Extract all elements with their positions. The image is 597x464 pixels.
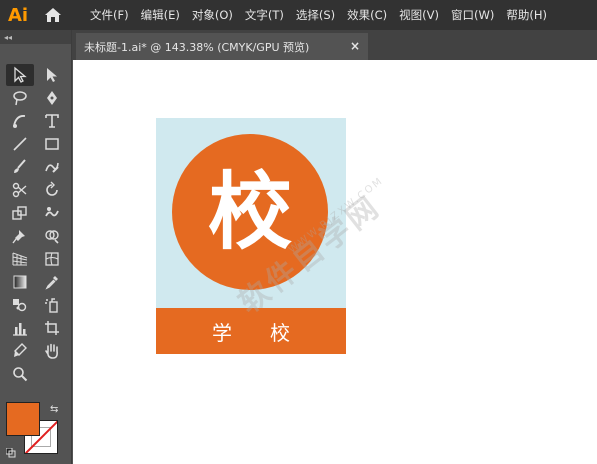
pushpin-icon xyxy=(12,230,25,244)
eraser-tool[interactable] xyxy=(6,340,34,362)
gradient-icon xyxy=(13,275,27,289)
rotate-icon xyxy=(46,181,58,196)
eyedropper-icon xyxy=(45,276,58,290)
gradient-tool[interactable] xyxy=(6,271,34,293)
paintbrush-tool[interactable] xyxy=(6,156,34,178)
symbol-sprayer-icon xyxy=(45,298,58,313)
close-tab-icon[interactable]: × xyxy=(350,39,360,53)
zoom-tool[interactable] xyxy=(6,363,34,385)
pen-tool[interactable] xyxy=(38,87,66,109)
artboard-tool[interactable] xyxy=(38,317,66,339)
mesh-tool[interactable] xyxy=(38,248,66,270)
canvas[interactable]: 校 学 校 软件自学网 WWW.RJZXW.COM xyxy=(73,60,597,464)
column-graph-tool[interactable] xyxy=(6,317,34,339)
menu-object[interactable]: 对象(O) xyxy=(186,0,239,30)
panel-collapse-grip[interactable]: ◂◂ xyxy=(0,30,71,44)
menu-edit[interactable]: 编辑(E) xyxy=(135,0,186,30)
shaper-icon xyxy=(45,162,59,173)
swap-fill-stroke-icon[interactable]: ⇆ xyxy=(50,404,58,415)
circle-character: 校 xyxy=(207,163,292,261)
selection-arrow-icon xyxy=(14,66,27,83)
blend-tool[interactable] xyxy=(6,294,34,316)
lasso-icon xyxy=(13,91,27,106)
type-t-icon xyxy=(45,114,59,128)
scale-icon xyxy=(12,206,27,220)
menu-select[interactable]: 选择(S) xyxy=(290,0,341,30)
menu-view[interactable]: 视图(V) xyxy=(393,0,445,30)
app-logo: Ai xyxy=(7,4,29,26)
scissors-tool[interactable] xyxy=(6,179,34,201)
rectangle-tool[interactable] xyxy=(38,133,66,155)
puppet-warp-tool[interactable] xyxy=(6,225,34,247)
rectangle-icon xyxy=(45,138,59,150)
line-segment-icon xyxy=(13,137,27,151)
menu-type[interactable]: 文字(T) xyxy=(239,0,290,30)
shape-builder-tool[interactable] xyxy=(38,225,66,247)
scale-tool[interactable] xyxy=(6,202,34,224)
selection-tool[interactable] xyxy=(6,64,34,86)
menu-help[interactable]: 帮助(H) xyxy=(500,0,553,30)
home-button[interactable] xyxy=(36,0,70,30)
warp-tool[interactable] xyxy=(38,202,66,224)
main-menu: 文件(F) 编辑(E) 对象(O) 文字(T) 选择(S) 效果(C) 视图(V… xyxy=(84,0,553,30)
eraser-icon xyxy=(14,343,27,357)
line-tool[interactable] xyxy=(6,133,34,155)
blend-icon xyxy=(13,299,27,312)
tools-panel: ◂◂ ⇆ xyxy=(0,30,72,464)
rotate-tool[interactable] xyxy=(38,179,66,201)
menu-window[interactable]: 窗口(W) xyxy=(445,0,500,30)
scissors-icon xyxy=(12,182,27,198)
direct-selection-tool[interactable] xyxy=(38,64,66,86)
fill-stroke-swatches: ⇆ xyxy=(6,402,66,462)
type-tool[interactable] xyxy=(38,110,66,132)
perspective-grid-icon xyxy=(12,252,28,266)
artboard-icon xyxy=(45,321,59,335)
menu-effect[interactable]: 效果(C) xyxy=(341,0,393,30)
fill-swatch[interactable] xyxy=(6,402,40,436)
magic-wand-tool[interactable] xyxy=(6,87,34,109)
bar-graph-icon xyxy=(13,323,27,336)
paintbrush-icon xyxy=(14,159,26,173)
menu-bar: Ai 文件(F) 编辑(E) 对象(O) 文字(T) 选择(S) 效果(C) 视… xyxy=(0,0,597,30)
perspective-grid-tool[interactable] xyxy=(6,248,34,270)
document-tab[interactable]: 未标题-1.ai* @ 143.38% (CMYK/GPU 预览) × xyxy=(76,33,368,60)
document-tab-title: 未标题-1.ai* @ 143.38% (CMYK/GPU 预览) xyxy=(84,40,310,54)
mesh-icon xyxy=(45,252,59,266)
shape-builder-icon xyxy=(45,230,59,244)
live-paint-tool[interactable] xyxy=(38,294,66,316)
tools-grid xyxy=(0,44,71,386)
direct-selection-arrow-icon xyxy=(47,68,57,82)
shaper-tool[interactable] xyxy=(38,156,66,178)
curvature-pen-icon xyxy=(13,115,26,128)
banner-character-1: 学 xyxy=(212,320,232,345)
banner-character-2: 校 xyxy=(270,320,290,345)
eyedropper-tool[interactable] xyxy=(38,271,66,293)
warp-icon xyxy=(45,207,59,217)
hand-tool[interactable] xyxy=(38,340,66,362)
default-fill-stroke-icon[interactable] xyxy=(6,448,16,458)
magnifier-icon xyxy=(13,367,28,382)
home-icon xyxy=(45,8,61,22)
menu-file[interactable]: 文件(F) xyxy=(84,0,135,30)
document-tab-bar: 未标题-1.ai* @ 143.38% (CMYK/GPU 预览) × xyxy=(72,30,597,60)
pen-icon xyxy=(47,91,57,105)
curvature-tool[interactable] xyxy=(6,110,34,132)
hand-icon xyxy=(45,343,58,359)
